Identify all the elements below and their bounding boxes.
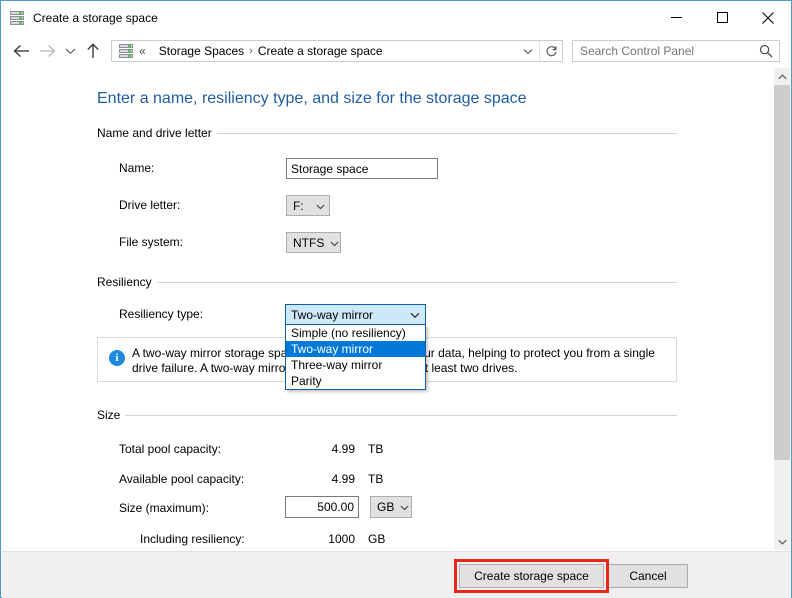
total-pool-capacity-value: 4.99 xyxy=(287,442,355,456)
storage-spaces-icon xyxy=(9,10,25,26)
file-system-combo[interactable]: NTFS xyxy=(286,232,341,253)
dropdown-option-parity[interactable]: Parity xyxy=(286,373,425,389)
file-system-value: NTFS xyxy=(293,236,324,250)
total-pool-capacity-unit: TB xyxy=(368,442,383,456)
dialog-button-bar: Create storage space Cancel xyxy=(2,551,791,598)
total-pool-capacity-label: Total pool capacity: xyxy=(119,442,221,456)
including-resiliency-value: 1000 xyxy=(287,532,355,546)
navigation-bar: « Storage Spaces › Create a storage spac… xyxy=(1,35,791,67)
search-box[interactable] xyxy=(572,40,780,62)
cancel-button[interactable]: Cancel xyxy=(608,564,688,588)
breadcrumb-separator: › xyxy=(249,45,253,57)
page-title: Enter a name, resiliency type, and size … xyxy=(97,90,527,108)
group-rule xyxy=(217,133,677,134)
group-header: Size xyxy=(97,408,677,422)
dropdown-option-two-way-mirror[interactable]: Two-way mirror xyxy=(286,341,425,357)
group-header: Resiliency xyxy=(97,275,677,289)
up-arrow-icon[interactable] xyxy=(80,38,106,64)
scrollbar-thumb[interactable] xyxy=(774,85,790,460)
group-title: Size xyxy=(97,408,120,422)
including-resiliency-unit: GB xyxy=(368,532,385,546)
refresh-icon[interactable] xyxy=(539,41,562,61)
group-name-and-drive-letter: Name and drive letter xyxy=(97,126,677,140)
vertical-scrollbar[interactable] xyxy=(773,68,790,550)
available-pool-capacity-value: 4.99 xyxy=(287,472,355,486)
including-resiliency-label: Including resiliency: xyxy=(140,532,245,546)
size-unit-combo[interactable]: GB xyxy=(370,496,412,518)
search-input[interactable] xyxy=(580,44,745,58)
chevron-down-icon xyxy=(410,308,420,322)
breadcrumb-separator xyxy=(151,45,154,57)
close-button[interactable] xyxy=(745,1,791,34)
window-controls xyxy=(653,1,791,34)
breadcrumb-storage-spaces[interactable]: Storage Spaces xyxy=(159,44,244,58)
chevron-down-icon xyxy=(400,500,409,514)
drive-letter-combo[interactable]: F: xyxy=(286,195,330,216)
group-rule xyxy=(157,282,677,283)
group-size: Size xyxy=(97,408,677,422)
size-maximum-label: Size (maximum): xyxy=(119,501,209,515)
resiliency-type-combo[interactable]: Two-way mirror xyxy=(285,304,426,325)
available-pool-capacity-unit: TB xyxy=(368,472,383,486)
size-maximum-input[interactable] xyxy=(285,496,359,518)
search-icon[interactable] xyxy=(758,43,774,59)
chevron-up-icon[interactable] xyxy=(774,68,790,85)
dropdown-option-simple[interactable]: Simple (no resiliency) xyxy=(286,325,425,341)
recent-locations-chevron-icon[interactable] xyxy=(60,38,80,64)
info-icon: i xyxy=(109,350,125,366)
maximize-button[interactable] xyxy=(699,1,745,34)
content-pane: Enter a name, resiliency type, and size … xyxy=(2,68,791,550)
breadcrumb-overflow[interactable]: « xyxy=(139,44,146,58)
name-input[interactable] xyxy=(286,158,438,179)
chevron-down-icon[interactable] xyxy=(774,533,790,550)
group-title: Resiliency xyxy=(97,275,152,289)
address-bar[interactable]: « Storage Spaces › Create a storage spac… xyxy=(111,40,563,62)
group-title: Name and drive letter xyxy=(97,126,212,140)
chevron-down-icon[interactable] xyxy=(517,41,539,61)
group-header: Name and drive letter xyxy=(97,126,677,140)
back-arrow-icon[interactable] xyxy=(8,38,34,64)
window-title: Create a storage space xyxy=(33,11,158,25)
minimize-button[interactable] xyxy=(653,1,699,34)
chevron-down-icon xyxy=(316,199,325,213)
resiliency-type-dropdown-list[interactable]: Simple (no resiliency) Two-way mirror Th… xyxy=(285,325,426,390)
title-bar: Create a storage space xyxy=(1,1,791,35)
create-storage-space-button[interactable]: Create storage space xyxy=(459,564,604,588)
file-system-label: File system: xyxy=(119,235,183,249)
resiliency-type-label: Resiliency type: xyxy=(119,307,203,321)
resiliency-type-value: Two-way mirror xyxy=(291,308,373,322)
create-storage-space-window: Create a storage space xyxy=(0,0,792,598)
drive-letter-value: F: xyxy=(293,199,304,213)
breadcrumb-create-a-storage-space[interactable]: Create a storage space xyxy=(258,44,383,58)
forward-arrow-icon[interactable] xyxy=(34,38,60,64)
drive-letter-label: Drive letter: xyxy=(119,198,180,212)
group-rule xyxy=(125,415,677,416)
available-pool-capacity-label: Available pool capacity: xyxy=(119,472,244,486)
name-label: Name: xyxy=(119,161,154,175)
size-unit-value: GB xyxy=(377,500,394,514)
dropdown-option-three-way-mirror[interactable]: Three-way mirror xyxy=(286,357,425,373)
storage-spaces-icon xyxy=(118,43,134,59)
chevron-down-icon xyxy=(330,236,339,250)
group-resiliency: Resiliency xyxy=(97,275,677,289)
